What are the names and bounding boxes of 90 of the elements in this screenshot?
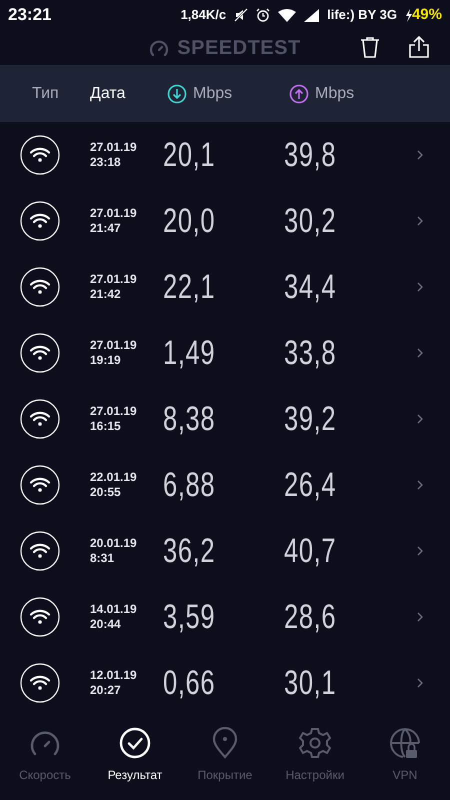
chevron-icon bbox=[417, 546, 423, 556]
chevron-icon bbox=[417, 150, 423, 160]
delete-button[interactable] bbox=[358, 34, 382, 60]
result-time: 16:15 bbox=[90, 419, 122, 434]
result-date: 22.01.19 bbox=[90, 470, 138, 485]
network-speed: 1,84K/c bbox=[180, 6, 226, 24]
gauge-icon bbox=[149, 38, 170, 56]
wifi-icon bbox=[20, 267, 60, 307]
upload-speed: 40,7 bbox=[284, 530, 336, 572]
wifi-icon bbox=[20, 399, 60, 439]
wifi-icon bbox=[20, 201, 60, 241]
result-date: 20.01.19 bbox=[90, 536, 138, 551]
upload-speed: 26,4 bbox=[284, 464, 336, 506]
carrier-name: life:) BY 3G bbox=[327, 6, 397, 24]
column-header[interactable]: Mbps bbox=[289, 82, 354, 106]
result-row[interactable]: 27.01.19 16:15 8,38 39,2 bbox=[0, 386, 450, 452]
wifi-icon bbox=[20, 597, 60, 637]
mute-icon bbox=[234, 8, 248, 22]
download-speed: 20,0 bbox=[163, 200, 216, 242]
signal-icon bbox=[304, 8, 320, 22]
chevron-icon bbox=[417, 348, 423, 358]
result-date: 27.01.19 bbox=[90, 272, 138, 287]
share-icon bbox=[408, 36, 430, 58]
result-date: 12.01.19 bbox=[90, 668, 138, 683]
result-row[interactable]: 22.01.19 20:55 6,88 26,4 bbox=[0, 452, 450, 518]
result-time: 21:47 bbox=[90, 221, 122, 236]
wifi-icon bbox=[20, 135, 60, 175]
wifi-icon bbox=[20, 333, 60, 373]
chevron-icon bbox=[417, 282, 423, 292]
chevron-icon bbox=[417, 414, 423, 424]
result-date: 27.01.19 bbox=[90, 140, 138, 155]
download-speed: 3,59 bbox=[163, 596, 216, 638]
result-row[interactable]: 14.01.19 20:44 3,59 28,6 bbox=[0, 584, 450, 650]
charging-icon bbox=[404, 8, 412, 22]
upload-speed: 39,2 bbox=[284, 398, 336, 440]
download-speed: 20,1 bbox=[163, 134, 216, 176]
column-header[interactable]: Тип bbox=[32, 82, 59, 106]
checkmark-icon bbox=[119, 727, 151, 759]
result-row[interactable]: 27.01.19 21:47 20,0 30,2 bbox=[0, 188, 450, 254]
result-row[interactable]: 27.01.19 21:42 22,1 34,4 bbox=[0, 254, 450, 320]
globe-lock-icon bbox=[389, 727, 421, 759]
result-time: 23:18 bbox=[90, 155, 122, 170]
upload-speed: 33,8 bbox=[284, 332, 336, 374]
location-pin-icon bbox=[212, 727, 238, 759]
chevron-icon bbox=[417, 480, 423, 490]
result-date: 14.01.19 bbox=[90, 602, 138, 617]
result-time: 20:27 bbox=[90, 683, 122, 698]
result-row[interactable]: 27.01.19 23:18 20,1 39,8 bbox=[0, 122, 450, 188]
wifi-icon bbox=[20, 465, 60, 505]
result-time: 20:55 bbox=[90, 485, 122, 500]
app-title: SPEEDTEST bbox=[177, 36, 301, 60]
upload-speed: 30,2 bbox=[284, 200, 336, 242]
result-date: 27.01.19 bbox=[90, 206, 138, 221]
result-date: 27.01.19 bbox=[90, 404, 138, 419]
wifi-icon bbox=[278, 8, 296, 22]
download-icon bbox=[167, 84, 187, 104]
result-row[interactable]: 27.01.19 19:19 1,49 33,8 bbox=[0, 320, 450, 386]
column-header[interactable]: Дата bbox=[90, 82, 126, 106]
upload-speed: 39,8 bbox=[284, 134, 336, 176]
result-time: 21:42 bbox=[90, 287, 122, 302]
download-speed: 1,49 bbox=[163, 332, 216, 374]
nav-tab[interactable]: Результат bbox=[90, 724, 180, 800]
download-speed: 8,38 bbox=[163, 398, 216, 440]
gauge-icon bbox=[29, 729, 61, 757]
result-date: 27.01.19 bbox=[90, 338, 138, 353]
column-header[interactable]: Mbps bbox=[167, 82, 232, 106]
alarm-icon bbox=[256, 8, 270, 22]
upload-speed: 34,4 bbox=[284, 266, 336, 308]
upload-speed: 30,1 bbox=[284, 662, 336, 704]
wifi-icon bbox=[20, 663, 60, 703]
battery-level: 49% bbox=[412, 4, 442, 25]
chevron-icon bbox=[417, 216, 423, 226]
result-time: 20:44 bbox=[90, 617, 122, 632]
upload-speed: 28,6 bbox=[284, 596, 336, 638]
wifi-icon bbox=[20, 531, 60, 571]
result-row[interactable]: 12.01.19 20:27 0,66 30,1 bbox=[0, 650, 450, 716]
upload-icon bbox=[289, 84, 309, 104]
result-time: 8:31 bbox=[90, 551, 116, 566]
download-speed: 0,66 bbox=[163, 662, 216, 704]
status-time: 23:21 bbox=[8, 4, 52, 26]
trash-icon bbox=[360, 36, 380, 58]
download-speed: 36,2 bbox=[163, 530, 216, 572]
settings-icon bbox=[299, 727, 331, 759]
result-time: 19:19 bbox=[90, 353, 122, 368]
result-row[interactable]: 20.01.19 8:31 36,2 40,7 bbox=[0, 518, 450, 584]
share-button[interactable] bbox=[406, 34, 432, 60]
chevron-icon bbox=[417, 612, 423, 622]
download-speed: 22,1 bbox=[163, 266, 216, 308]
chevron-icon bbox=[417, 678, 423, 688]
download-speed: 6,88 bbox=[163, 464, 216, 506]
